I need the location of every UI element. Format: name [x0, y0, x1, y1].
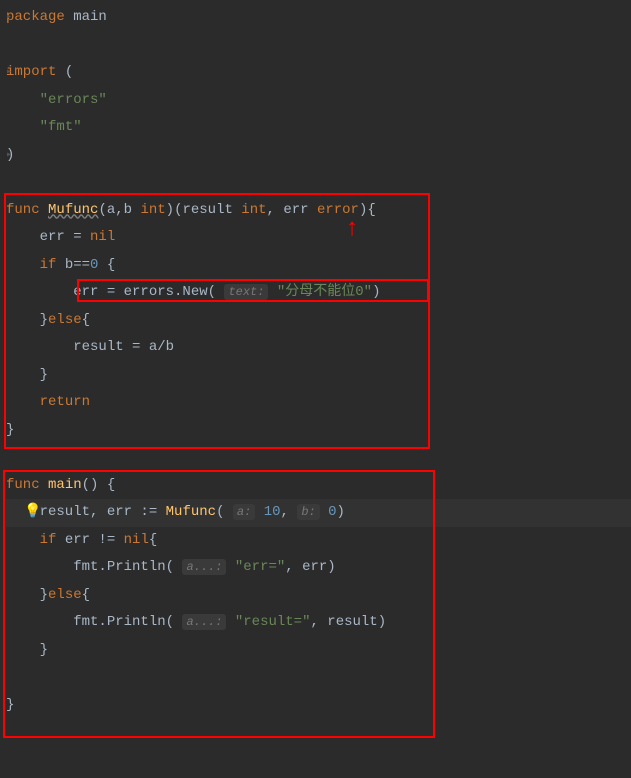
- param-hint: a:: [233, 504, 255, 520]
- string: "err=": [235, 559, 285, 575]
- intention-bulb-icon[interactable]: 💡: [24, 499, 41, 527]
- brace: }: [6, 642, 48, 658]
- keyword: func: [6, 477, 40, 493]
- type: int: [241, 202, 266, 218]
- code-line[interactable]: ▸): [6, 142, 631, 170]
- code-line[interactable]: err = errors.New( text: "分母不能位0"): [6, 279, 631, 307]
- code-line[interactable]: }: [6, 637, 631, 665]
- keyword: func: [6, 202, 40, 218]
- identifier: main: [73, 9, 107, 25]
- code-line[interactable]: err = nil: [6, 224, 631, 252]
- keyword: nil: [124, 532, 149, 548]
- code-line[interactable]: }: [6, 417, 631, 445]
- indent: [6, 284, 73, 300]
- code-line[interactable]: if b==0 {: [6, 252, 631, 280]
- sig: (a,b: [98, 202, 140, 218]
- param-hint: a...:: [182, 559, 226, 575]
- paren: (: [216, 504, 224, 520]
- keyword: nil: [90, 229, 115, 245]
- function-call: Mufunc: [166, 504, 216, 520]
- indent: [6, 532, 40, 548]
- param-hint: b:: [297, 504, 319, 520]
- indent: [6, 394, 40, 410]
- paren: ): [372, 284, 380, 300]
- code-line[interactable]: func main() {: [6, 472, 631, 500]
- number: 10: [264, 504, 281, 520]
- sig: () {: [82, 477, 116, 493]
- code-line[interactable]: return: [6, 389, 631, 417]
- code: fmt.Println(: [6, 559, 174, 575]
- string: "分母不能位0": [277, 284, 372, 300]
- keyword: return: [40, 394, 90, 410]
- brace: }: [6, 587, 48, 603]
- code-line[interactable]: result = a/b: [6, 334, 631, 362]
- sig: )(result: [166, 202, 242, 218]
- keyword: else: [48, 312, 82, 328]
- code-line[interactable]: ▸import (: [6, 59, 631, 87]
- paren: ): [337, 504, 345, 520]
- code-editor[interactable]: ▸package main ▸import ( "errors" "fmt" ▸…: [0, 0, 631, 723]
- code-line[interactable]: if err != nil{: [6, 527, 631, 555]
- cond: err !=: [56, 532, 123, 548]
- sep: ,: [281, 504, 298, 520]
- keyword: if: [40, 257, 57, 273]
- string: "errors": [40, 92, 107, 108]
- code-line[interactable]: 💡 result, err := Mufunc( a: 10, b: 0): [6, 499, 631, 527]
- type: int: [140, 202, 165, 218]
- code: fmt.Println(: [6, 614, 174, 630]
- brace: {: [98, 257, 115, 273]
- keyword: package: [6, 9, 65, 25]
- code: err = errors.New(: [73, 284, 216, 300]
- code: , err): [285, 559, 335, 575]
- code-line[interactable]: [6, 664, 631, 692]
- code-line[interactable]: func Mufunc(a,b int)(result int, err err…: [6, 197, 631, 225]
- brace: }: [6, 697, 14, 713]
- brace: }: [6, 422, 14, 438]
- code-line[interactable]: }: [6, 362, 631, 390]
- paren: (: [65, 64, 73, 80]
- code-line[interactable]: }: [6, 692, 631, 720]
- function-name: main: [48, 477, 82, 493]
- code-line[interactable]: [6, 32, 631, 60]
- brace: {: [82, 587, 90, 603]
- code: , result): [310, 614, 386, 630]
- keyword: else: [48, 587, 82, 603]
- code-line[interactable]: fmt.Println( a...: "err=", err): [6, 554, 631, 582]
- brace: {: [149, 532, 157, 548]
- brace: ){: [359, 202, 376, 218]
- param-hint: a...:: [182, 614, 226, 630]
- code-line[interactable]: }else{: [6, 582, 631, 610]
- code: err =: [6, 229, 90, 245]
- code-line[interactable]: [6, 444, 631, 472]
- number: 0: [328, 504, 336, 520]
- string: "fmt": [40, 119, 82, 135]
- code-line[interactable]: [6, 169, 631, 197]
- cond: b==: [56, 257, 90, 273]
- brace: }: [6, 367, 48, 383]
- code-line[interactable]: }else{: [6, 307, 631, 335]
- brace: }: [6, 312, 48, 328]
- indent: [6, 257, 40, 273]
- code-line[interactable]: fmt.Println( a...: "result=", result): [6, 609, 631, 637]
- function-name: Mufunc: [48, 202, 98, 218]
- string: "result=": [235, 614, 311, 630]
- brace: {: [82, 312, 90, 328]
- code-line[interactable]: ▸package main: [6, 4, 631, 32]
- param-hint: text:: [224, 284, 268, 300]
- type: error: [317, 202, 359, 218]
- sig: , err: [267, 202, 317, 218]
- code-line[interactable]: "errors": [6, 87, 631, 115]
- code: result = a/b: [6, 339, 174, 355]
- keyword: import: [6, 64, 56, 80]
- keyword: if: [40, 532, 57, 548]
- code-line[interactable]: "fmt": [6, 114, 631, 142]
